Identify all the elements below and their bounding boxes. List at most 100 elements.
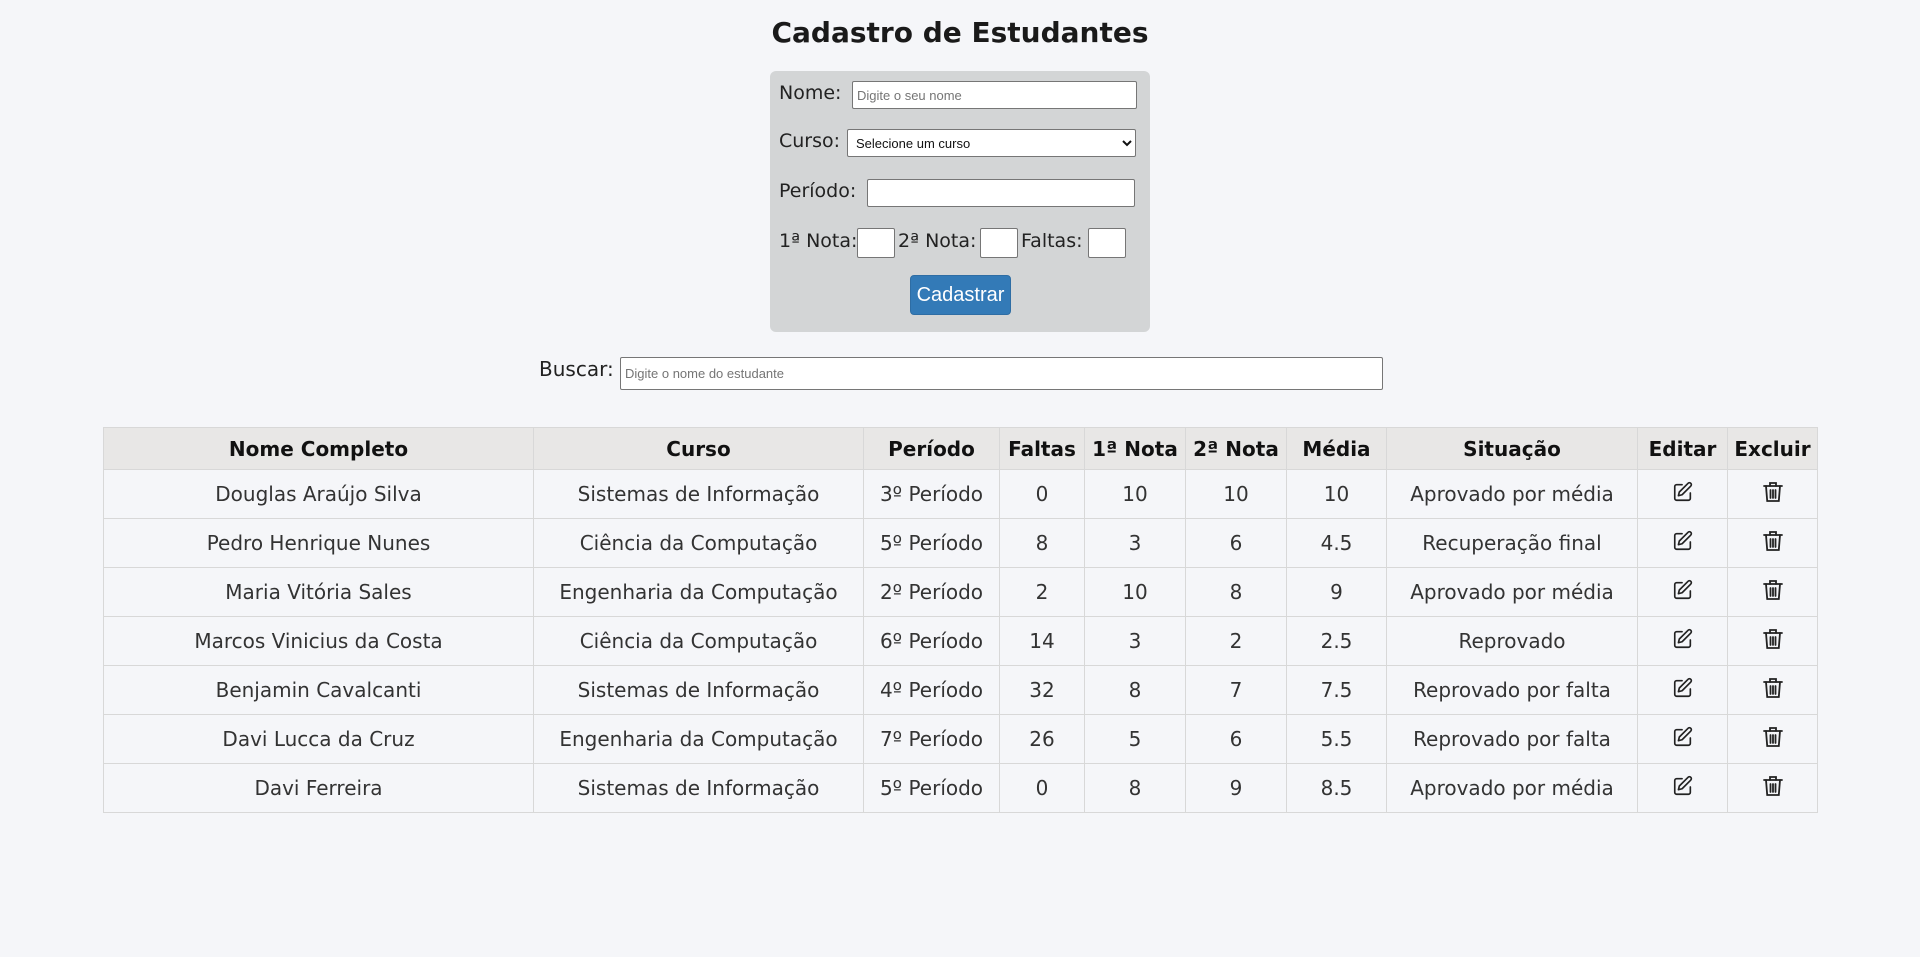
nota1-label: 1ª Nota: xyxy=(779,230,858,252)
cell-media: 4.5 xyxy=(1286,518,1387,568)
header-faltas: Faltas xyxy=(999,427,1085,470)
header-curso: Curso xyxy=(533,427,864,470)
cell-editar xyxy=(1637,714,1728,764)
cell-excluir xyxy=(1727,567,1818,617)
curso-label: Curso: xyxy=(779,130,841,152)
cell-nota2: 6 xyxy=(1185,518,1287,568)
trash-icon[interactable] xyxy=(1762,677,1783,704)
search-input[interactable] xyxy=(620,357,1383,390)
cadastrar-button[interactable]: Cadastrar xyxy=(910,275,1011,315)
trash-icon[interactable] xyxy=(1762,579,1783,606)
cell-nome: Davi Ferreira xyxy=(103,763,534,813)
cell-editar xyxy=(1637,518,1728,568)
edit-icon[interactable] xyxy=(1672,677,1694,704)
trash-icon[interactable] xyxy=(1762,628,1783,655)
edit-icon[interactable] xyxy=(1672,481,1694,508)
table-header-row: Nome Completo Curso Período Faltas 1ª No… xyxy=(103,427,1818,470)
cell-curso: Sistemas de Informação xyxy=(533,665,864,715)
cell-editar xyxy=(1637,567,1728,617)
cell-nota1: 3 xyxy=(1084,518,1186,568)
cell-periodo: 6º Período xyxy=(863,616,1000,666)
trash-icon[interactable] xyxy=(1762,775,1783,802)
header-situacao: Situação xyxy=(1386,427,1638,470)
cell-nome: Douglas Araújo Silva xyxy=(103,469,534,519)
cell-media: 2.5 xyxy=(1286,616,1387,666)
table-body: Douglas Araújo Silva Sistemas de Informaç… xyxy=(103,469,1818,813)
curso-select[interactable]: Selecione um curso xyxy=(847,129,1136,157)
registration-form: Nome: Curso: Selecione um curso Período:… xyxy=(770,71,1150,332)
cell-situacao: Aprovado por média xyxy=(1386,469,1638,519)
table-row: Maria Vitória Sales Engenharia da Computa… xyxy=(103,567,1818,617)
cell-nota1: 8 xyxy=(1084,763,1186,813)
cell-excluir xyxy=(1727,616,1818,666)
cell-faltas: 8 xyxy=(999,518,1085,568)
cell-situacao: Reprovado por falta xyxy=(1386,665,1638,715)
cell-situacao: Reprovado por falta xyxy=(1386,714,1638,764)
cell-nota2: 8 xyxy=(1185,567,1287,617)
faltas-label: Faltas: xyxy=(1021,230,1083,252)
table-row: Davi Ferreira Sistemas de Informação 5º Pe… xyxy=(103,763,1818,813)
cell-periodo: 3º Período xyxy=(863,469,1000,519)
trash-icon[interactable] xyxy=(1762,530,1783,557)
faltas-input[interactable] xyxy=(1088,228,1126,258)
cell-media: 10 xyxy=(1286,469,1387,519)
cell-faltas: 32 xyxy=(999,665,1085,715)
table-row: Benjamin Cavalcanti Sistemas de Informaçã… xyxy=(103,665,1818,715)
cell-media: 8.5 xyxy=(1286,763,1387,813)
cell-nome: Benjamin Cavalcanti xyxy=(103,665,534,715)
edit-icon[interactable] xyxy=(1672,775,1694,802)
cell-periodo: 7º Período xyxy=(863,714,1000,764)
cell-curso: Sistemas de Informação xyxy=(533,469,864,519)
cell-faltas: 14 xyxy=(999,616,1085,666)
trash-icon[interactable] xyxy=(1762,726,1783,753)
cell-nota2: 7 xyxy=(1185,665,1287,715)
cell-curso: Ciência da Computação xyxy=(533,616,864,666)
cell-periodo: 4º Período xyxy=(863,665,1000,715)
header-nota2: 2ª Nota xyxy=(1185,427,1287,470)
cell-media: 5.5 xyxy=(1286,714,1387,764)
cell-editar xyxy=(1637,763,1728,813)
nota2-label: 2ª Nota: xyxy=(898,230,977,252)
cell-faltas: 2 xyxy=(999,567,1085,617)
header-nome: Nome Completo xyxy=(103,427,534,470)
nome-input[interactable] xyxy=(852,81,1137,109)
cell-nota1: 3 xyxy=(1084,616,1186,666)
cell-editar xyxy=(1637,665,1728,715)
students-table: Nome Completo Curso Período Faltas 1ª No… xyxy=(103,427,1818,813)
cell-nome: Marcos Vinicius da Costa xyxy=(103,616,534,666)
cell-nota2: 9 xyxy=(1185,763,1287,813)
cell-media: 7.5 xyxy=(1286,665,1387,715)
header-periodo: Período xyxy=(863,427,1000,470)
cell-nota2: 10 xyxy=(1185,469,1287,519)
edit-icon[interactable] xyxy=(1672,628,1694,655)
header-excluir: Excluir xyxy=(1727,427,1818,470)
cell-curso: Engenharia da Computação xyxy=(533,567,864,617)
cell-situacao: Aprovado por média xyxy=(1386,763,1638,813)
periodo-label: Período: xyxy=(779,180,857,202)
cell-excluir xyxy=(1727,518,1818,568)
edit-icon[interactable] xyxy=(1672,726,1694,753)
edit-icon[interactable] xyxy=(1672,530,1694,557)
cell-nota2: 6 xyxy=(1185,714,1287,764)
cell-excluir xyxy=(1727,469,1818,519)
cell-nota2: 2 xyxy=(1185,616,1287,666)
cell-situacao: Recuperação final xyxy=(1386,518,1638,568)
page-title: Cadastro de Estudantes xyxy=(771,16,1149,49)
trash-icon[interactable] xyxy=(1762,481,1783,508)
periodo-input[interactable] xyxy=(867,179,1135,207)
cell-nota1: 8 xyxy=(1084,665,1186,715)
cell-nome: Davi Lucca da Cruz xyxy=(103,714,534,764)
cell-excluir xyxy=(1727,763,1818,813)
cell-faltas: 26 xyxy=(999,714,1085,764)
table-row: Marcos Vinicius da Costa Ciência da Compu… xyxy=(103,616,1818,666)
cell-editar xyxy=(1637,469,1728,519)
table-row: Douglas Araújo Silva Sistemas de Informaç… xyxy=(103,469,1818,519)
cell-nota1: 5 xyxy=(1084,714,1186,764)
cell-editar xyxy=(1637,616,1728,666)
edit-icon[interactable] xyxy=(1672,579,1694,606)
cell-periodo: 5º Período xyxy=(863,518,1000,568)
cell-faltas: 0 xyxy=(999,763,1085,813)
header-editar: Editar xyxy=(1637,427,1728,470)
nota1-input[interactable] xyxy=(857,228,895,258)
nota2-input[interactable] xyxy=(980,228,1018,258)
